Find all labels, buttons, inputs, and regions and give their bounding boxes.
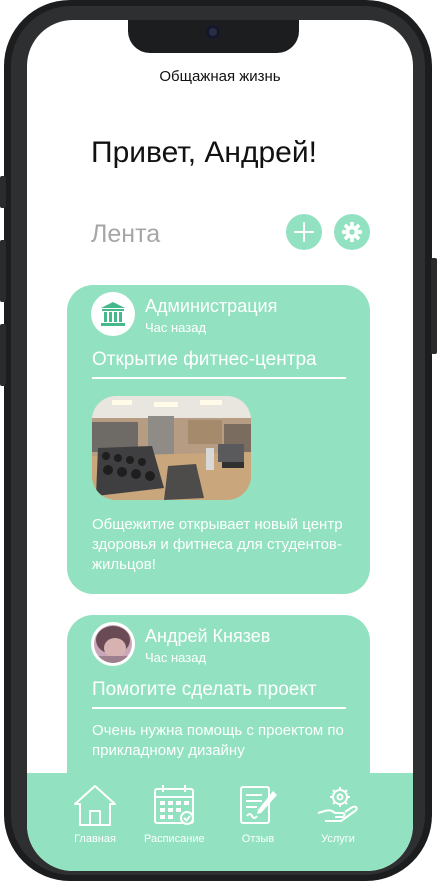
post-title: Помогите сделать проект (92, 679, 346, 709)
tab-label: Расписание (144, 833, 205, 845)
tab-label: Отзыв (241, 833, 275, 845)
add-post-button[interactable] (286, 214, 322, 250)
post-time: Час назад (145, 320, 207, 335)
tab-services[interactable]: Услуги (315, 783, 361, 845)
front-camera (206, 25, 220, 39)
post-title: Открытие фитнес-центра (92, 349, 346, 379)
greeting-heading: Привет, Андрей! (91, 136, 317, 169)
settings-button[interactable] (334, 214, 370, 250)
notepad-pencil-icon (240, 786, 277, 824)
gym-photo-illustration (92, 396, 251, 500)
calendar-icon (154, 785, 195, 825)
post-body: Общежитие открывает новый центр здоровья… (92, 516, 343, 573)
tab-home[interactable]: Главная (72, 783, 118, 845)
notch (128, 20, 299, 53)
tab-feedback[interactable]: Отзыв (235, 783, 281, 845)
bottom-tab-bar: Главная Расписание Отзыв Услуги (27, 773, 413, 871)
post-author: Администрация (145, 296, 278, 316)
post-author: Андрей Князев (145, 626, 271, 646)
volume-up-button (0, 240, 6, 302)
tab-label: Услуги (321, 833, 355, 845)
gear-icon (341, 221, 363, 243)
power-button (431, 258, 437, 354)
hand-gear-icon (317, 787, 358, 822)
app-screen: Общажная жизнь Привет, Андрей! Лента Адм… (27, 20, 413, 871)
feed-heading: Лента (91, 220, 161, 248)
tab-schedule[interactable]: Расписание (144, 783, 205, 845)
user-photo (94, 625, 132, 663)
avatar (91, 622, 135, 666)
avatar (91, 292, 135, 336)
post-time: Час назад (145, 650, 207, 665)
tab-label: Главная (74, 833, 116, 845)
institution-building-icon (101, 302, 125, 326)
app-title: Общажная жизнь (159, 68, 281, 85)
plus-icon (294, 222, 314, 242)
volume-down-button (0, 324, 6, 386)
gym-photo (92, 396, 251, 500)
mute-switch (0, 176, 6, 208)
house-icon (74, 785, 116, 826)
post-body: Очень нужна помощь с проектом по приклад… (92, 722, 344, 759)
feed-post-card[interactable]: Администрация Час назад Открытие фитнес-… (67, 285, 370, 594)
